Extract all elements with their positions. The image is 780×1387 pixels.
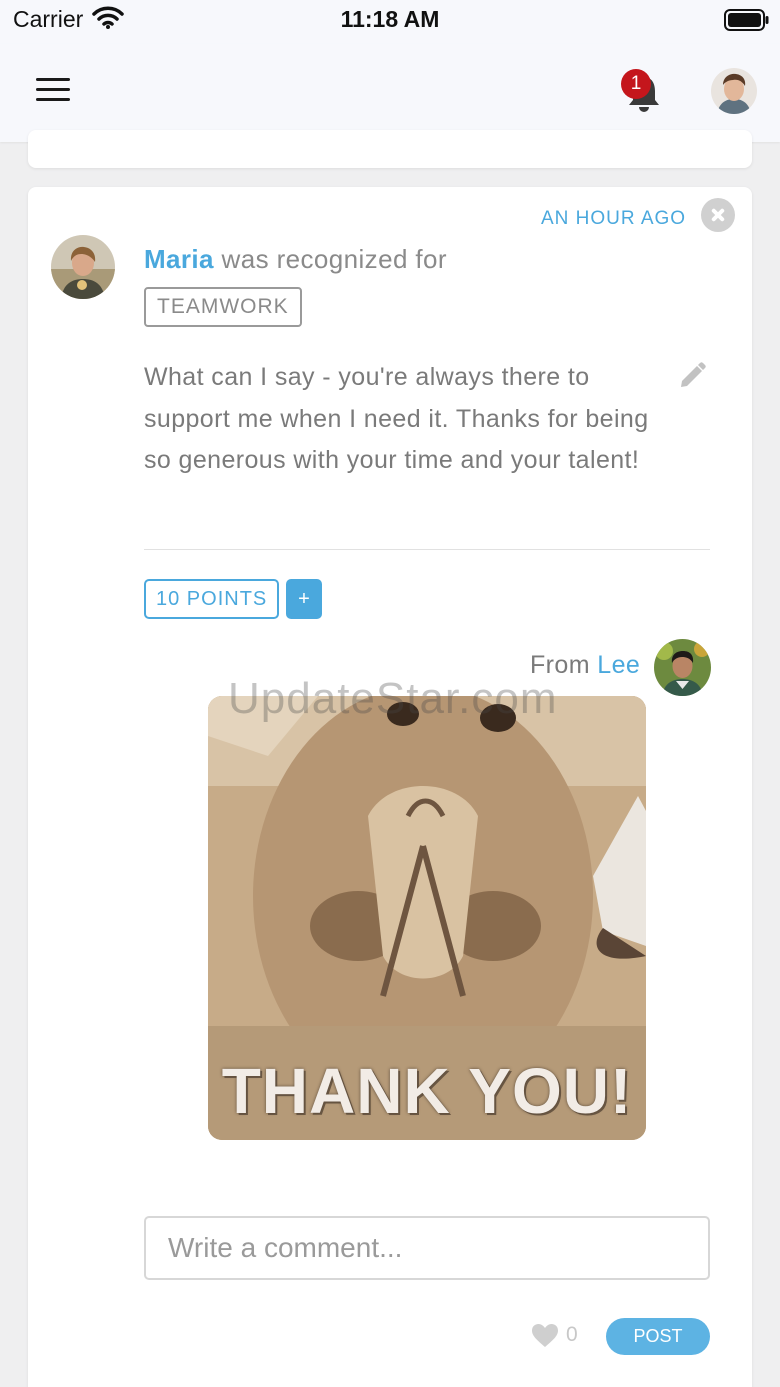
battery-icon [724, 8, 770, 37]
divider [144, 549, 710, 550]
like-count: 0 [566, 1323, 578, 1346]
top-nav-bar: 1 [0, 44, 780, 142]
recipient-name-link[interactable]: Maria [144, 244, 214, 274]
pencil-edit-icon[interactable] [677, 361, 707, 396]
post-timestamp: AN HOUR AGO [541, 208, 687, 229]
sender-name-link[interactable]: Lee [597, 651, 640, 679]
recognition-message: What can I say - you're always there to … [144, 363, 649, 474]
clock: 11:18 AM [340, 6, 440, 32]
add-points-button[interactable]: + [286, 579, 322, 619]
notification-badge: 1 [621, 69, 651, 99]
post-comment-button[interactable]: POST [606, 1318, 710, 1355]
recipient-avatar[interactable] [51, 235, 115, 299]
comment-input[interactable] [144, 1216, 710, 1280]
recognition-card: AN HOUR AGO Maria was recognized for TEA… [28, 187, 752, 1387]
previous-feed-card [28, 130, 752, 168]
points-badge[interactable]: 10 POINTS [144, 579, 280, 619]
thank-you-gif: THANK YOU! [208, 696, 646, 1140]
close-icon[interactable] [701, 198, 735, 232]
hamburger-menu-icon[interactable] [36, 78, 70, 104]
user-avatar[interactable] [711, 68, 757, 114]
gif-caption: THANK YOU! [221, 1055, 633, 1127]
heart-icon[interactable] [531, 1323, 559, 1353]
recognition-headline: Maria was recognized for [144, 244, 447, 275]
value-tag: TEAMWORK [144, 287, 302, 327]
status-bar: Carrier 11:18 AM [0, 0, 780, 44]
sender-avatar[interactable] [654, 639, 711, 696]
watermark: UpdateStar.com [228, 674, 558, 723]
headline-suffix: was recognized for [213, 244, 447, 274]
